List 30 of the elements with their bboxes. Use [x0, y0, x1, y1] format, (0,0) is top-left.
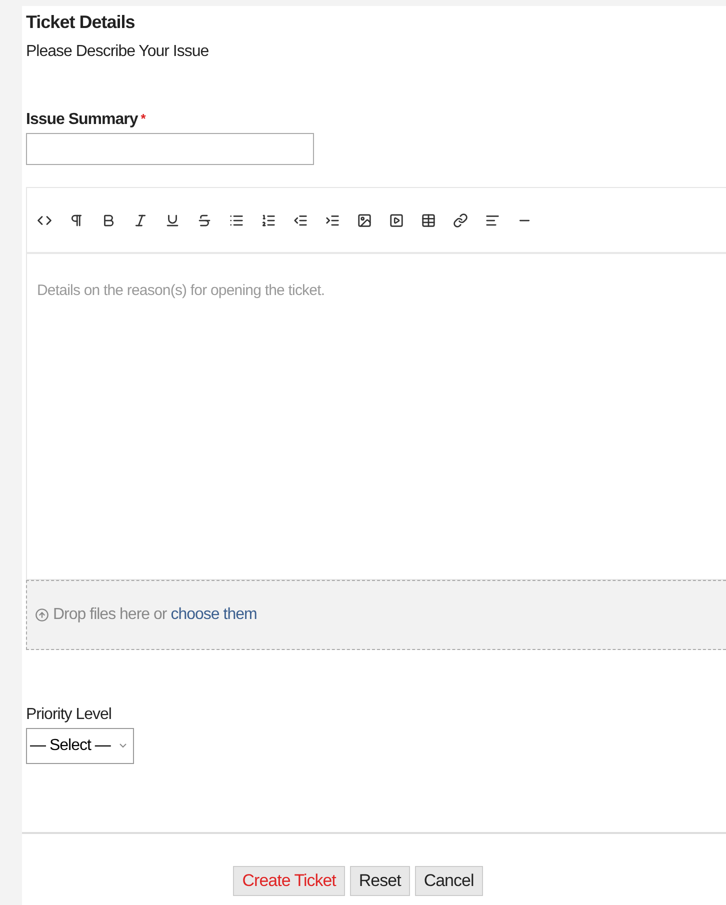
section-subtitle: Please Describe Your Issue	[26, 43, 210, 61]
table-icon[interactable]	[421, 212, 436, 228]
field-label: Priority Level	[26, 706, 112, 724]
strikethrough-icon[interactable]	[197, 212, 212, 228]
upload-icon	[35, 608, 49, 622]
form-button[interactable]: Cancel	[414, 866, 483, 896]
chevron-down-icon	[119, 743, 127, 749]
input-field[interactable]	[26, 133, 314, 165]
paragraph-icon[interactable]	[69, 212, 84, 228]
video-icon[interactable]	[389, 212, 404, 228]
link-icon[interactable]	[453, 212, 468, 228]
align-left-icon[interactable]	[485, 212, 500, 228]
indent-icon[interactable]	[325, 212, 340, 228]
section-title: Ticket Details	[26, 12, 136, 33]
required-mark: *	[140, 111, 146, 128]
underline-icon[interactable]	[165, 212, 180, 228]
dropzone-text: Drop files here or	[53, 606, 167, 624]
priority-select[interactable]: — Select —	[26, 728, 134, 764]
bullet-list-icon[interactable]	[229, 212, 244, 228]
image-icon[interactable]	[357, 212, 372, 228]
field-label: Issue Summary	[26, 111, 138, 129]
form-button[interactable]: Reset	[350, 866, 410, 896]
numbered-list-icon[interactable]	[261, 212, 276, 228]
italic-icon[interactable]	[133, 212, 148, 228]
editor-placeholder: Details on the reason(s) for opening the ticket.	[36, 281, 326, 301]
bold-icon[interactable]	[101, 212, 116, 228]
choose-files-link[interactable]: choose them	[170, 606, 257, 624]
outdent-icon[interactable]	[293, 212, 308, 228]
create-button[interactable]: Create Ticket	[233, 866, 345, 896]
file-dropzone[interactable]: Drop files here or choose them	[26, 580, 726, 650]
